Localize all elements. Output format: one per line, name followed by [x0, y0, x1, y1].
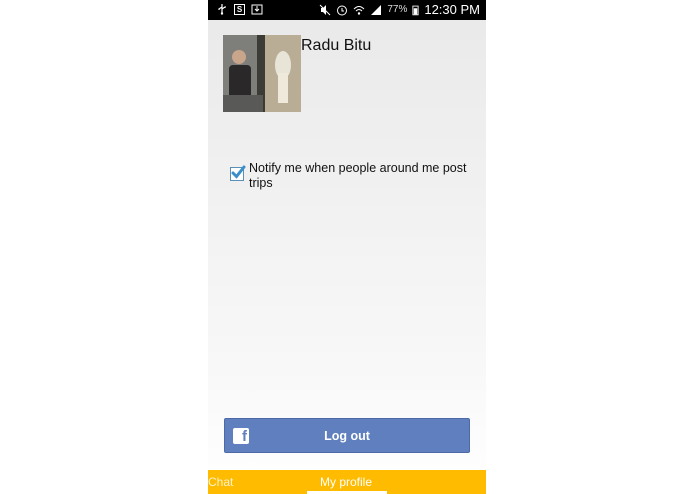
logout-label: Log out: [324, 429, 370, 443]
avatar[interactable]: [223, 35, 301, 112]
usb-icon: [218, 4, 226, 15]
battery-icon: [412, 5, 419, 15]
profile-name: Radu Bitu: [301, 37, 372, 54]
clock: 12:30 PM: [424, 2, 480, 17]
battery-level: 77%: [387, 4, 408, 15]
signal-icon: [371, 4, 382, 15]
download-icon: [251, 4, 263, 15]
notify-setting[interactable]: Notify me when people around me post tri…: [230, 161, 470, 191]
alarm-icon: [337, 5, 348, 15]
checkmark-icon: [231, 165, 246, 179]
phone-screen: S 77% 12:30 PM Radu Bitu Notify me when …: [208, 0, 486, 494]
wifi-icon: [353, 5, 365, 15]
tab-my-profile[interactable]: My profile: [320, 475, 372, 489]
skype-icon: S: [234, 3, 245, 15]
status-bar: S 77% 12:30 PM: [208, 0, 486, 20]
notify-label: Notify me when people around me post tri…: [249, 161, 467, 190]
logout-button[interactable]: f Log out: [224, 418, 470, 453]
profile-photo: [223, 35, 301, 112]
status-right-icons: 77% 12:30 PM: [319, 2, 480, 17]
notify-checkbox[interactable]: [230, 165, 246, 181]
tab-bar: Chat My profile: [208, 470, 486, 494]
mute-icon: [319, 4, 331, 15]
tab-chat[interactable]: Chat: [208, 475, 233, 489]
status-left-icons: S: [216, 3, 263, 15]
